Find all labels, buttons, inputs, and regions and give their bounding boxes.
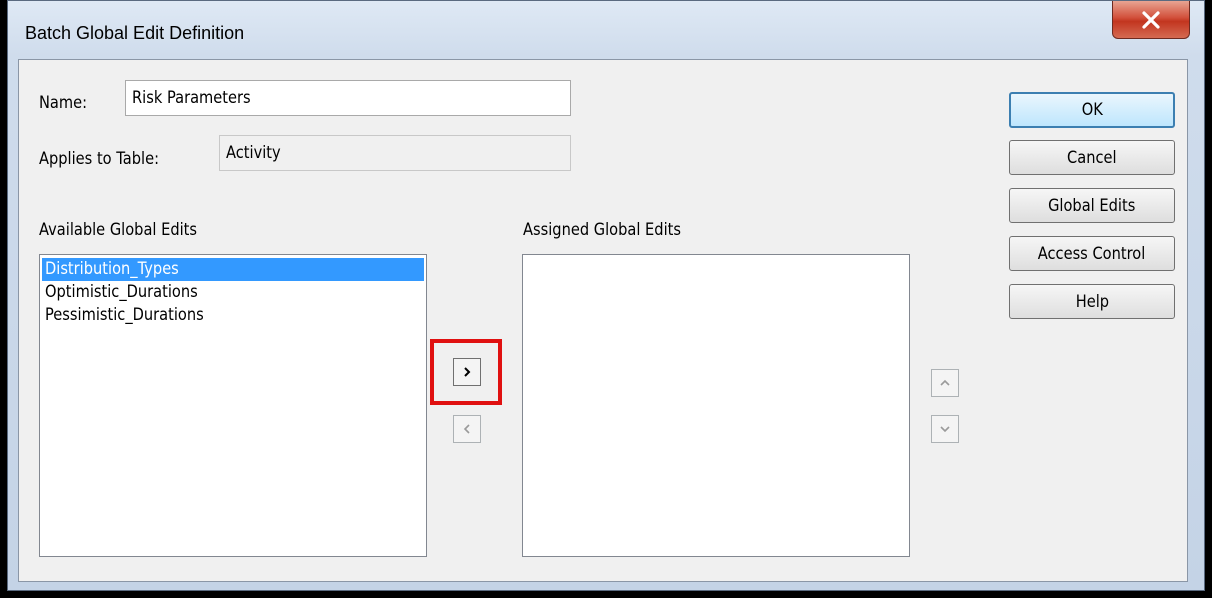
name-field-value: Risk Parameters <box>132 88 251 108</box>
close-button[interactable] <box>1112 1 1190 39</box>
chevron-right-icon <box>464 367 471 377</box>
chevron-left-icon <box>463 424 470 434</box>
assigned-global-edits-label: Assigned Global Edits <box>523 220 681 240</box>
screen-edge <box>0 591 1212 598</box>
name-label: Name: <box>39 93 88 113</box>
global-edits-button[interactable]: Global Edits <box>1009 188 1175 223</box>
list-item-label: Distribution_Types <box>45 259 179 279</box>
access-control-button[interactable]: Access Control <box>1009 236 1175 271</box>
list-item[interactable]: Pessimistic_Durations <box>42 304 424 327</box>
dialog-window: Batch Global Edit Definition Name: Risk … <box>7 0 1205 591</box>
dialog-client-area: Name: Risk Parameters Applies to Table: … <box>18 59 1188 582</box>
help-button[interactable]: Help <box>1009 284 1175 319</box>
remove-from-assigned-button[interactable] <box>453 415 481 443</box>
title-bar[interactable]: Batch Global Edit Definition <box>8 1 1204 59</box>
list-item[interactable]: Optimistic_Durations <box>42 281 424 304</box>
available-global-edits-list[interactable]: Distribution_Types Optimistic_Durations Pe… <box>39 254 427 557</box>
move-up-button[interactable] <box>931 369 959 397</box>
available-global-edits-label: Available Global Edits <box>39 220 198 240</box>
ok-button[interactable]: OK <box>1009 92 1175 128</box>
cancel-button-label: Cancel <box>1067 147 1117 168</box>
list-item-label: Optimistic_Durations <box>45 282 198 302</box>
dialog-title: Batch Global Edit Definition <box>25 23 245 43</box>
name-field[interactable]: Risk Parameters <box>125 80 571 116</box>
add-to-assigned-button[interactable] <box>453 358 481 386</box>
cancel-button[interactable]: Cancel <box>1009 140 1175 175</box>
help-button-label: Help <box>1075 291 1109 312</box>
global-edits-button-label: Global Edits <box>1048 195 1136 216</box>
applies-to-table-label: Applies to Table: <box>39 149 160 169</box>
list-item-label: Pessimistic_Durations <box>45 305 204 325</box>
close-icon <box>1142 10 1160 29</box>
ok-button-label: OK <box>1081 100 1103 120</box>
chevron-down-icon <box>940 426 950 433</box>
assigned-global-edits-list[interactable] <box>522 254 910 557</box>
access-control-button-label: Access Control <box>1038 243 1146 264</box>
move-down-button[interactable] <box>931 415 959 443</box>
chevron-up-icon <box>940 379 950 386</box>
list-item[interactable]: Distribution_Types <box>42 258 424 281</box>
applies-to-table-value: Activity <box>226 143 281 163</box>
applies-to-table-field: Activity <box>219 135 571 171</box>
